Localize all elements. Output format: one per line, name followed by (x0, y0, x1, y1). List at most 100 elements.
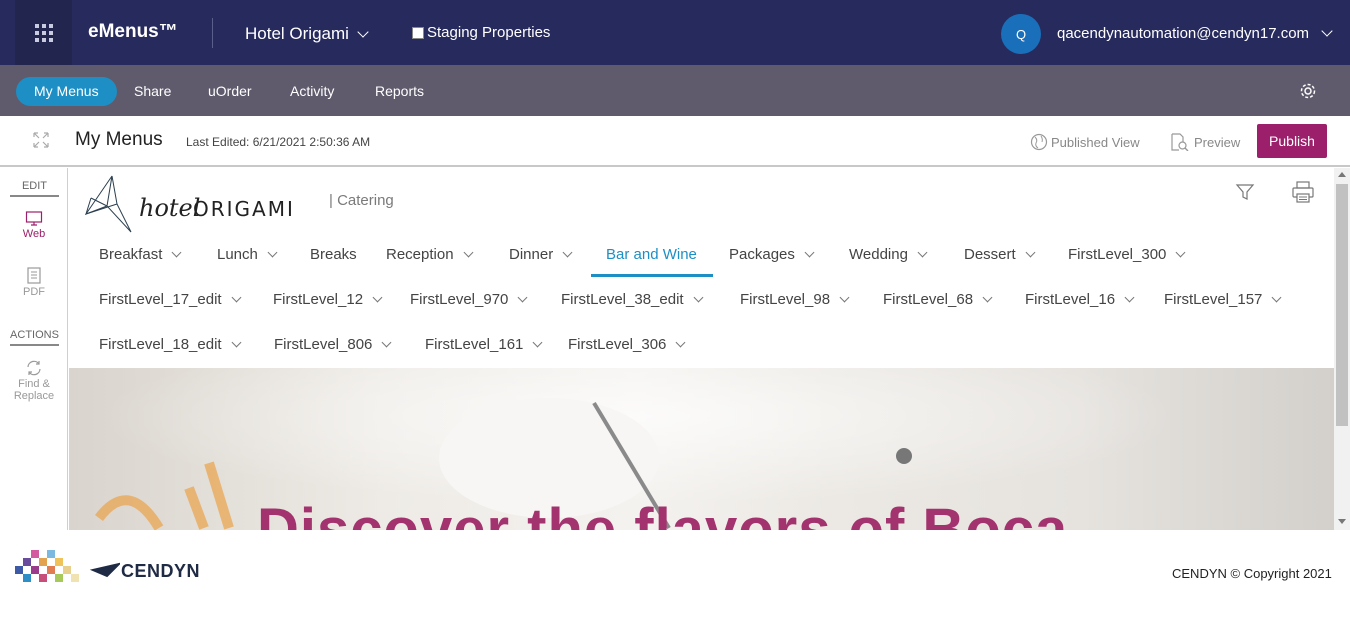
hero-banner: Discover the flavors of Boca (69, 368, 1334, 530)
menu-tab-label: Breakfast (99, 246, 163, 263)
grid-icon (34, 23, 53, 42)
menu-tab-label: FirstLevel_161 (425, 336, 524, 353)
menu-tab-label: FirstLevel_17_edit (99, 291, 222, 308)
editor-rail: EDIT Web PDF ACTIONS Find & Replace (0, 168, 68, 530)
menu-tab-firstlevel-970[interactable]: FirstLevel_970 (410, 291, 528, 308)
checkbox-box[interactable] (412, 26, 424, 39)
chevron-down-icon (804, 247, 815, 257)
find-replace-label-2: Replace (13, 390, 55, 402)
chevron-down-icon (231, 337, 242, 347)
nav-reports[interactable]: Reports (375, 77, 424, 106)
hero-title: Discover the flavors of Boca (257, 497, 1069, 530)
web-view-button[interactable]: Web (0, 211, 68, 240)
menu-tab-wedding[interactable]: Wedding (849, 246, 928, 263)
menu-tab-firstlevel-17-edit[interactable]: FirstLevel_17_edit (99, 291, 242, 308)
menu-tab-firstlevel-16[interactable]: FirstLevel_16 (1025, 291, 1135, 308)
published-view-label: Published View (1051, 134, 1140, 150)
chevron-down-icon (1321, 25, 1333, 37)
menu-tab-firstlevel-806[interactable]: FirstLevel_806 (274, 336, 392, 353)
menu-tab-firstlevel-306[interactable]: FirstLevel_306 (568, 336, 686, 353)
menu-tab-dinner[interactable]: Dinner (509, 246, 573, 263)
expand-icon[interactable] (33, 132, 49, 148)
menu-tab-label: FirstLevel_806 (274, 336, 373, 353)
chevron-down-icon (372, 292, 383, 302)
publish-button[interactable]: Publish (1257, 124, 1327, 158)
refresh-icon (27, 360, 41, 376)
menu-tab-label: FirstLevel_300 (1068, 246, 1167, 263)
chevron-down-icon (357, 25, 369, 38)
last-edited-timestamp: Last Edited: 6/21/2021 2:50:36 AM (186, 135, 371, 149)
preview-button[interactable]: Preview (1170, 133, 1240, 151)
globe-icon (1030, 133, 1048, 151)
menu-tab-label: Reception (386, 246, 454, 263)
menu-tab-label: FirstLevel_970 (410, 291, 509, 308)
menu-tab-label: FirstLevel_98 (740, 291, 831, 308)
pdf-label: PDF (23, 286, 45, 298)
chevron-down-icon (532, 337, 543, 347)
menu-tab-breaks[interactable]: Breaks (310, 246, 357, 263)
menu-tab-label: Wedding (849, 246, 908, 263)
chevron-down-icon (381, 337, 392, 347)
scroll-up-arrow[interactable] (1338, 172, 1346, 177)
menu-tab-firstlevel-38-edit[interactable]: FirstLevel_38_edit (561, 291, 704, 308)
scroll-down-arrow[interactable] (1338, 519, 1346, 524)
menu-tab-firstlevel-98[interactable]: FirstLevel_98 (740, 291, 850, 308)
nav-my-menus[interactable]: My Menus (16, 77, 117, 106)
edit-heading: EDIT (10, 180, 59, 197)
menu-tab-lunch[interactable]: Lunch (217, 246, 278, 263)
find-replace-label-1: Find & (18, 378, 50, 390)
chevron-down-icon (1271, 292, 1282, 302)
menu-tab-label: FirstLevel_16 (1025, 291, 1116, 308)
chevron-down-icon (171, 247, 182, 257)
apps-grid-button[interactable] (15, 0, 72, 65)
chevron-down-icon (1025, 247, 1036, 257)
print-icon[interactable] (1292, 181, 1314, 203)
menu-tab-packages[interactable]: Packages (729, 246, 815, 263)
nav-uorder[interactable]: uOrder (208, 77, 252, 106)
gear-icon[interactable] (1298, 81, 1318, 101)
chevron-down-icon (463, 247, 473, 257)
chevron-down-icon (1175, 247, 1186, 257)
menu-tab-firstlevel-12[interactable]: FirstLevel_12 (273, 291, 383, 308)
chevron-down-icon (839, 292, 850, 302)
menu-tab-label: FirstLevel_306 (568, 336, 667, 353)
staging-properties-label: Staging Properties (427, 24, 551, 41)
property-name: Hotel Origami (245, 24, 349, 43)
avatar[interactable]: Q (1001, 14, 1041, 54)
menu-tab-label: Bar and Wine (606, 246, 697, 263)
preview-label: Preview (1194, 134, 1241, 150)
top-bar: eMenus™ Hotel Origami Staging Properties… (0, 0, 1350, 65)
property-selector[interactable]: Hotel Origami (245, 24, 369, 44)
user-menu[interactable]: qacendynautomation@cendyn17.com (1057, 25, 1333, 42)
menu-tab-dessert[interactable]: Dessert (964, 246, 1036, 263)
pdf-view-button[interactable]: PDF (0, 267, 68, 298)
staging-properties-checkbox[interactable]: Staging Properties (412, 24, 550, 41)
actions-heading: ACTIONS (10, 329, 59, 346)
active-tab-indicator (591, 274, 713, 277)
nav-share[interactable]: Share (134, 77, 171, 106)
menu-tab-reception[interactable]: Reception (386, 246, 473, 263)
menu-tab-breakfast[interactable]: Breakfast (99, 246, 182, 263)
menu-tab-bar-and-wine[interactable]: Bar and Wine (606, 246, 697, 263)
main-nav: My Menus Share uOrder Activity Reports (0, 65, 1350, 116)
preview-icon (1171, 133, 1189, 151)
menu-tab-firstlevel-300[interactable]: FirstLevel_300 (1068, 246, 1186, 263)
menu-tab-firstlevel-68[interactable]: FirstLevel_68 (883, 291, 993, 308)
nav-activity[interactable]: Activity (290, 77, 334, 106)
menu-tab-label: FirstLevel_38_edit (561, 291, 684, 308)
find-replace-button[interactable]: Find & Replace (0, 360, 68, 402)
menu-tab-label: FirstLevel_68 (883, 291, 974, 308)
section-label: | Catering (329, 192, 394, 209)
copyright: CENDYN © Copyright 2021 (1172, 566, 1332, 581)
chevron-down-icon (917, 247, 928, 257)
filter-icon[interactable] (1235, 182, 1255, 202)
menu-tab-label: Dessert (964, 246, 1016, 263)
chevron-down-icon (675, 337, 686, 347)
menu-tab-label: Lunch (217, 246, 258, 263)
menu-tab-firstlevel-18-edit[interactable]: FirstLevel_18_edit (99, 336, 242, 353)
web-label: Web (22, 228, 46, 240)
scrollbar-thumb[interactable] (1336, 184, 1348, 426)
menu-tab-firstlevel-161[interactable]: FirstLevel_161 (425, 336, 543, 353)
menu-tab-firstlevel-157[interactable]: FirstLevel_157 (1164, 291, 1282, 308)
published-view-button[interactable]: Published View (1030, 133, 1140, 151)
